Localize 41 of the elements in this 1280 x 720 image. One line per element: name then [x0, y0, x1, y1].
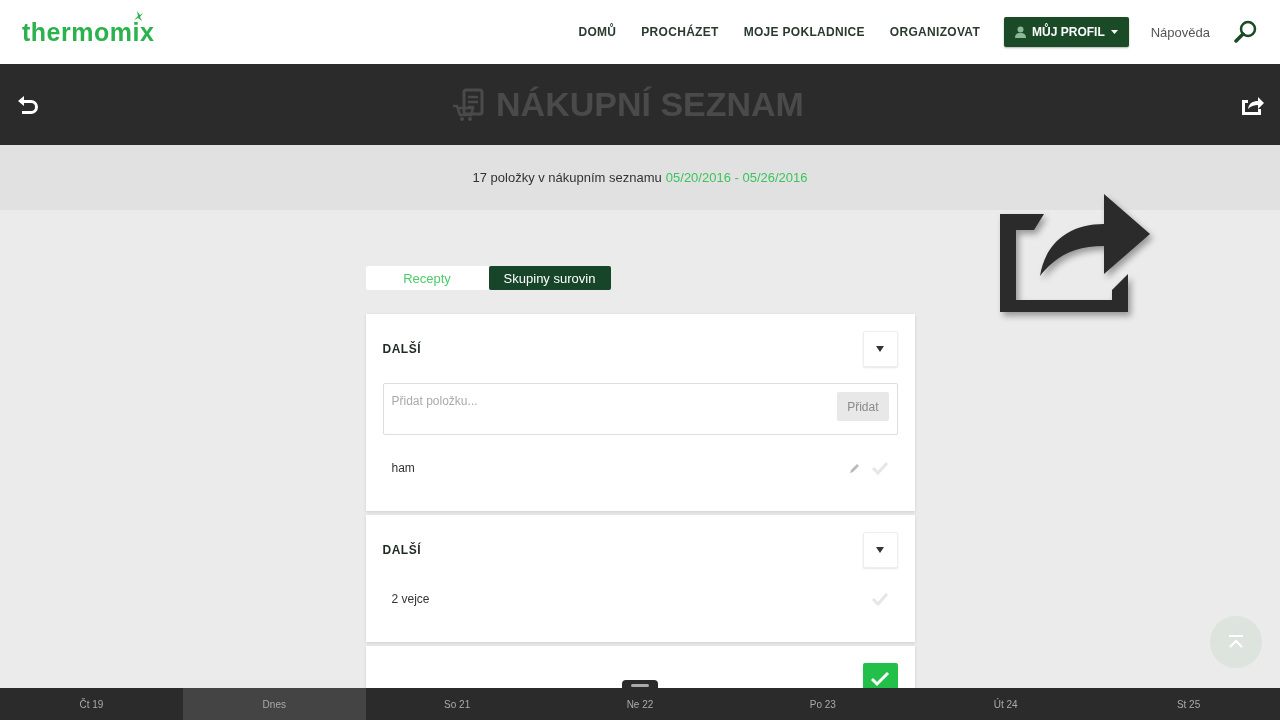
- undo-button[interactable]: [16, 93, 40, 116]
- item-name: 2 vejce: [391, 592, 431, 606]
- item-count-text: 17 položky v nákupním seznamu: [472, 170, 662, 185]
- scroll-top-icon: [1226, 634, 1246, 650]
- day-tab[interactable]: So 21: [365, 688, 549, 720]
- group-checkbox[interactable]: [862, 663, 898, 688]
- group-title: DALŠÍ: [382, 543, 421, 557]
- date-range: 05/20/2016 - 05/26/2016: [665, 170, 808, 185]
- share-icon: [1240, 94, 1264, 115]
- tab[interactable]: Skupiny surovin: [488, 266, 611, 290]
- nav-link[interactable]: PROCHÁZET: [641, 25, 719, 39]
- day-tab[interactable]: Po 23: [731, 688, 915, 720]
- nav-link[interactable]: DOMŮ: [578, 25, 617, 39]
- caret-icon: [876, 346, 884, 352]
- day-tab[interactable]: Út 24: [914, 688, 1098, 720]
- shopping-list-icon: [452, 87, 487, 122]
- day-tab[interactable]: St 25: [1097, 688, 1280, 720]
- day-tab[interactable]: Dnes: [182, 688, 366, 720]
- profile-button[interactable]: MŮJ PROFIL: [1004, 17, 1129, 47]
- undo-icon: [16, 93, 40, 116]
- caret-icon: [876, 547, 884, 553]
- check-icon[interactable]: [870, 461, 889, 475]
- help-link[interactable]: Nápověda: [1150, 24, 1210, 40]
- drawer-handle[interactable]: [622, 680, 658, 690]
- day-tab[interactable]: Čt 19: [0, 688, 183, 720]
- group-title: DALŠÍ: [382, 342, 421, 356]
- pencil-icon[interactable]: [848, 462, 861, 474]
- nav-link[interactable]: MOJE POKLADNICE: [743, 25, 865, 39]
- expand-toggle[interactable]: [862, 532, 898, 568]
- caret-icon: [1110, 30, 1118, 34]
- item-name: ham: [391, 461, 416, 475]
- nav-link[interactable]: ORGANIZOVAT: [889, 25, 981, 39]
- search-icon: [1234, 20, 1258, 44]
- search-button[interactable]: [1234, 20, 1258, 44]
- check-icon[interactable]: [870, 592, 889, 606]
- scroll-top-button[interactable]: [1210, 616, 1262, 668]
- user-icon: [1015, 26, 1027, 38]
- expand-toggle[interactable]: [862, 331, 898, 367]
- day-tab[interactable]: Ne 22: [548, 688, 732, 720]
- check-icon: [870, 670, 890, 687]
- share-button[interactable]: [1240, 94, 1264, 115]
